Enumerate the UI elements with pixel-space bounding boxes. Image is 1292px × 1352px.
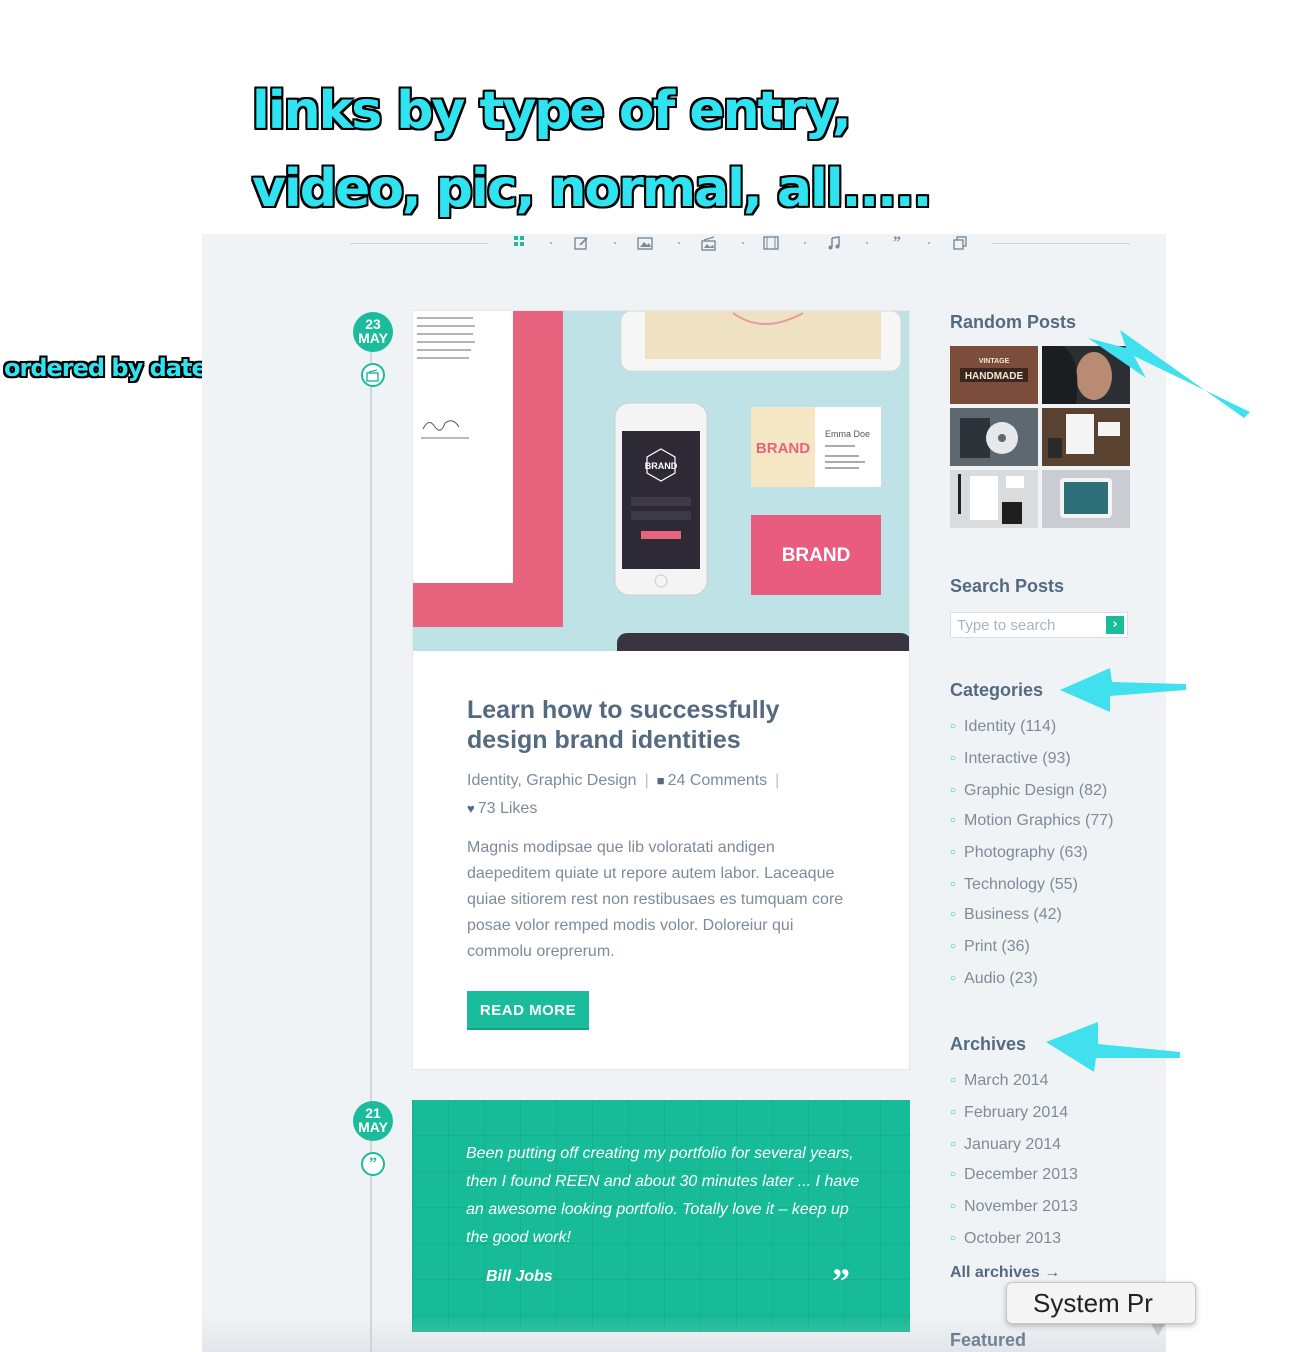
tooltip-tail [1150, 1322, 1166, 1336]
system-tooltip: System Pr [1006, 1282, 1196, 1324]
arrow-categories [1060, 668, 1186, 712]
arrow-archives [1046, 1022, 1180, 1072]
annotation-arrows [1046, 330, 1250, 1072]
arrow-random-posts [1088, 330, 1250, 418]
